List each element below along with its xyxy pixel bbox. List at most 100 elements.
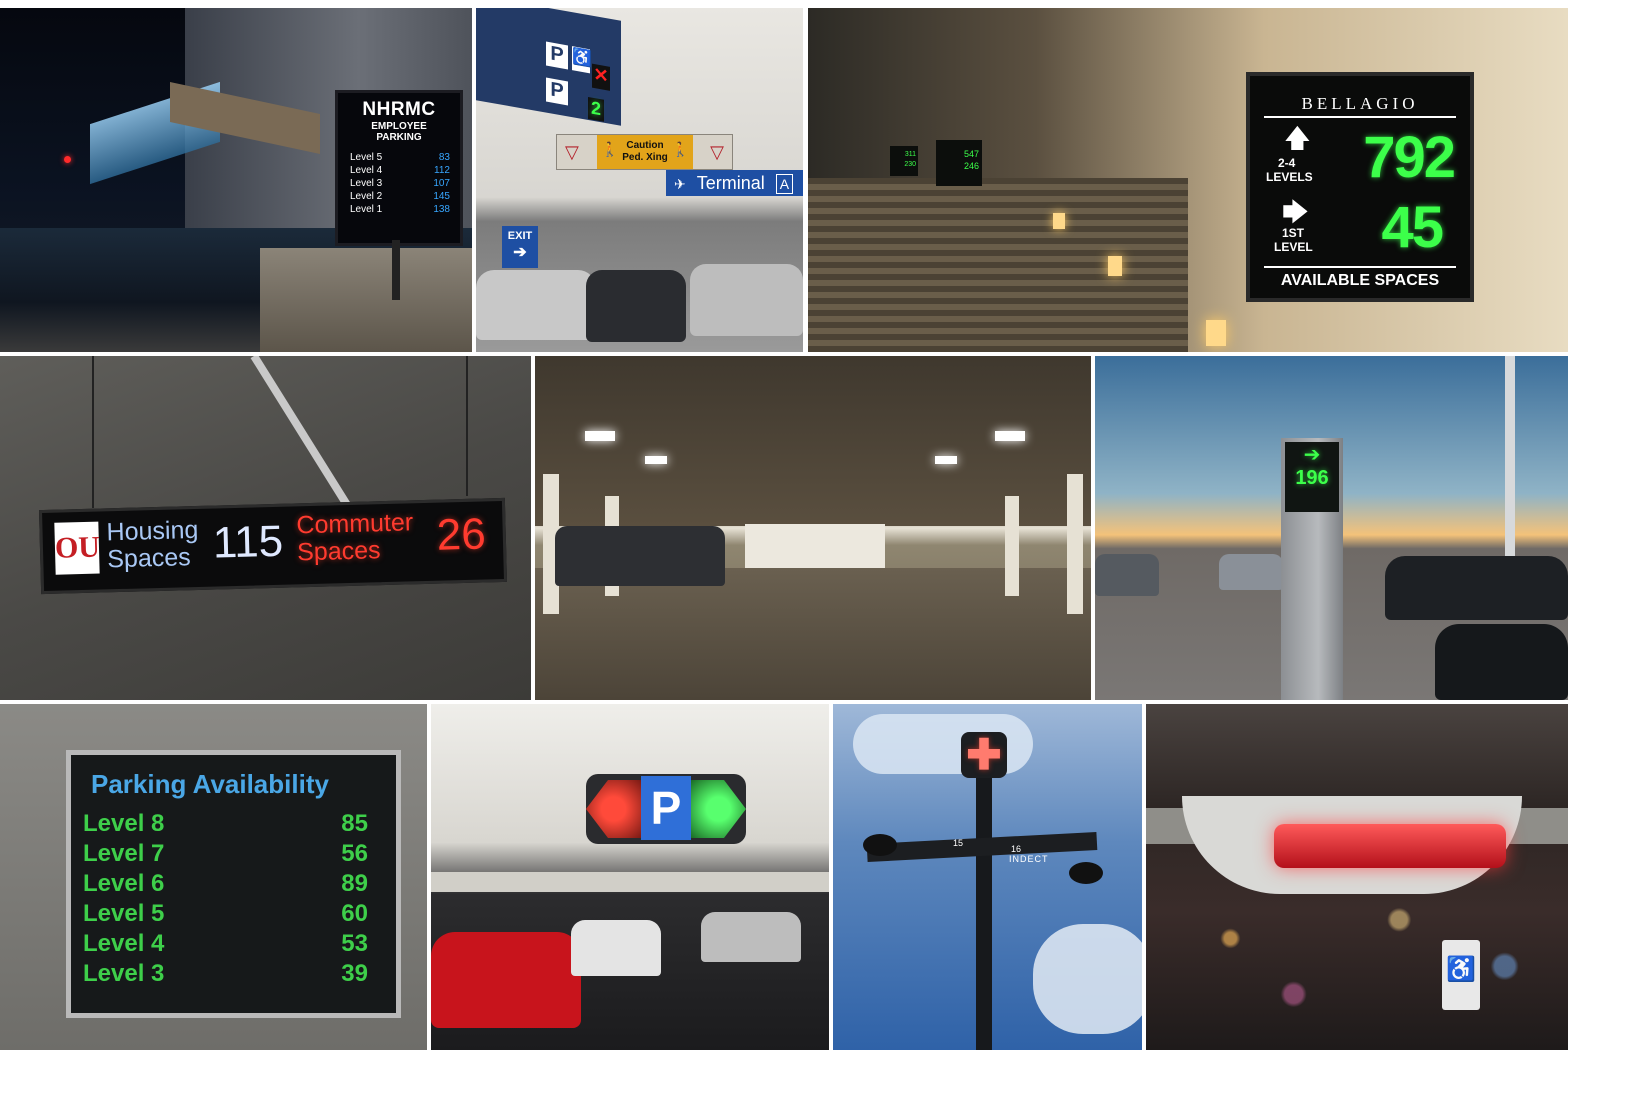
yield-icon-left: ▽ [565, 142, 579, 162]
nhrmc-subtitle-1: EMPLOYEE [371, 121, 427, 132]
terminal-label: Terminal [696, 173, 765, 193]
p-indicator: P [586, 774, 746, 844]
ou-logo: OU [54, 521, 100, 575]
yield-icon-right: ▽ [710, 142, 724, 162]
caution-panel: 🚶 Caution Ped. Xing 🚶 [597, 135, 693, 169]
p-symbol-1: P [546, 41, 568, 70]
bellagio-count-upper: 792 [1363, 125, 1456, 190]
nhrmc-row: Level 5 83 [350, 151, 450, 164]
commuter-count: 26 [436, 509, 487, 560]
parked-car [1219, 554, 1283, 590]
car-red [431, 932, 581, 1028]
back-wall [745, 524, 885, 569]
commuter-label: Commuter Spaces [296, 508, 414, 566]
terminal-letter: A [775, 174, 794, 194]
level-count: 112 [434, 165, 450, 176]
bellagio-level-lower: 1ST [1282, 226, 1305, 240]
photo-garage-interior [535, 356, 1091, 700]
photo-pole-sensor: 15 16 INDECT ✚ [833, 704, 1142, 1050]
terminal-sign: ✈ Terminal A [666, 170, 803, 196]
nhrmc-sign: NHRMC EMPLOYEE PARKING Level 5 83 Level 4… [335, 90, 463, 246]
camera-left [863, 834, 897, 856]
level-count: 83 [438, 152, 450, 163]
sensor-housing [1182, 796, 1522, 894]
nhrmc-title: NHRMC [362, 99, 436, 120]
level-label: Level 7 [83, 840, 165, 867]
housing-label: Housing Spaces [106, 515, 199, 574]
bellagio-sign: BELLAGIO 🡅 2-4 LEVELS 792 🡆 1ST LEVEL 45… [1246, 72, 1474, 302]
car-white [571, 920, 661, 976]
nhrmc-row: Level 1 138 [350, 203, 450, 216]
availability-board: Parking Availability Level 8 85 Level 7 56… [66, 750, 401, 1018]
nhrmc-rows: Level 5 83 Level 4 112 Level 3 107 Level 2 1… [338, 151, 460, 216]
far-sign-panel: 547 246 [936, 140, 982, 186]
photo-rooftop-pedestal: ➔ 196 [1095, 356, 1568, 700]
level-label: Level 4 [350, 165, 383, 176]
parking-p-icon: P [641, 776, 691, 840]
caution-sign: ▽ 🚶 Caution Ped. Xing 🚶 ▽ [556, 134, 733, 170]
availability-row: Level 5 60 [83, 899, 368, 929]
accessible-sign: ♿ [1442, 940, 1480, 1010]
pole-indicator: ✚ [961, 732, 1007, 778]
level-label: Level 2 [350, 191, 383, 202]
availability-row: Level 3 39 [83, 959, 368, 989]
bellagio-level-lower-label: LEVEL [1274, 240, 1313, 254]
nhrmc-subtitle-2: PARKING [376, 132, 422, 143]
parked-car [1095, 554, 1159, 596]
pedestal-count: 196 [1295, 467, 1329, 489]
nhrmc-row: Level 3 107 [350, 177, 450, 190]
pole-number-right: 16 [1011, 844, 1022, 854]
light-fixture [645, 456, 667, 464]
photo-red-sensor: ♿ [1146, 704, 1568, 1050]
photo-availability-board: Parking Availability Level 8 85 Level 7 56… [0, 704, 427, 1050]
pole-number-left: 15 [953, 838, 964, 848]
level-count: 85 [341, 810, 368, 837]
sign-post [392, 240, 400, 300]
pedestrian-icon-left: 🚶 [601, 141, 619, 157]
level-count: 56 [341, 840, 368, 867]
right-arrow-icon: ➔ [513, 244, 527, 261]
level-count: 107 [433, 178, 450, 189]
parked-cars-left [555, 526, 725, 586]
level-label: Level 3 [83, 960, 165, 987]
level-count: 60 [341, 900, 368, 927]
level-count: 138 [433, 204, 450, 215]
plus-icon: ✚ [966, 731, 1002, 778]
bellagio-levels-upper: 2-4 [1278, 156, 1296, 170]
level-count: 145 [433, 191, 450, 202]
availability-row: Level 7 56 [83, 839, 368, 869]
level-label: Level 4 [83, 930, 165, 957]
housing-line-1: Housing [106, 515, 199, 547]
parked-car [1435, 624, 1568, 700]
snow-bank [260, 248, 472, 352]
hanging-wire [92, 356, 94, 508]
count-indicator: 2 [588, 96, 604, 122]
pole [976, 774, 992, 1050]
photo-bellagio-garage: 547 246 311 230 BELLAGIO 🡅 2-4 LEVELS 79… [808, 8, 1568, 352]
exit-label: EXIT [507, 230, 533, 242]
pedestal: ➔ 196 [1281, 438, 1343, 700]
p-symbol-2: P [546, 77, 568, 106]
photo-nhrmc-sign: NHRMC EMPLOYEE PARKING Level 5 83 Level 4… [0, 8, 472, 352]
bellagio-footer: AVAILABLE SPACES [1264, 266, 1456, 290]
housing-line-2: Spaces [106, 543, 192, 574]
sensor-red-lens [1274, 824, 1506, 868]
pillar [1067, 474, 1083, 614]
wall-lamp [1108, 256, 1122, 276]
photo-ceiling-p-indicator: P [431, 704, 829, 1050]
airplane-icon: ✈ [674, 176, 686, 192]
cloud [1033, 924, 1142, 1034]
photo-ou-banner: OU Housing Spaces 115 Commuter Spaces 26 [0, 356, 531, 700]
wall-lamp [1206, 320, 1226, 346]
far-sign-count: 547 [963, 149, 979, 159]
nhrmc-row: Level 2 145 [350, 190, 450, 203]
parked-car [1385, 556, 1568, 620]
availability-row: Level 8 85 [83, 809, 368, 839]
red-led-panel [586, 780, 641, 838]
housing-count: 115 [212, 516, 284, 568]
availability-title: Parking Availability [91, 769, 329, 799]
bellagio-levels-upper-label: LEVELS [1266, 170, 1313, 184]
camera-right [1069, 862, 1103, 884]
pedestrian-icon-right: 🚶 [671, 141, 689, 157]
wall-lamp [1053, 213, 1065, 229]
